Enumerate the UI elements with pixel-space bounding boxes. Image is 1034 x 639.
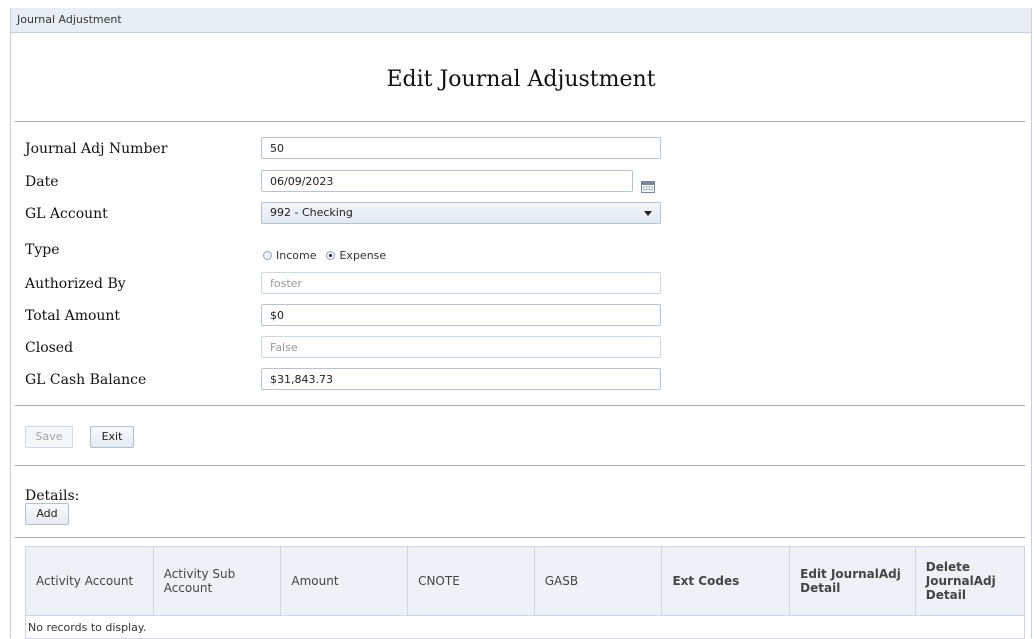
column-header-ext-codes: Ext Codes [661,546,791,616]
save-button[interactable]: Save [25,426,73,448]
column-header-activity-sub-account[interactable]: Activity Sub Account [152,546,282,616]
details-grid: Activity Account Activity Sub Account Am… [25,546,1026,639]
closed-field [261,336,661,358]
column-header-activity-account[interactable]: Activity Account [25,546,154,616]
type-income-radio[interactable] [263,251,272,260]
date-label: Date [25,174,59,190]
type-label: Type [25,242,60,258]
page-title: Edit Journal Adjustment [386,67,656,92]
total-amount-label: Total Amount [25,308,121,324]
calendar-icon[interactable] [641,181,655,193]
journal-adj-number-field[interactable] [261,137,661,159]
column-header-edit-detail: Edit JournalAdj Detail [789,546,916,616]
gl-account-selected-value: 992 - Checking [270,206,353,219]
grid-empty-row: No records to display. [25,615,1025,639]
no-records-message: No records to display. [25,615,1025,639]
authorized-by-label: Authorized By [25,276,126,292]
type-income-label[interactable]: Income [276,249,316,262]
type-expense-radio[interactable] [326,251,336,260]
divider-actions [15,465,1025,466]
divider-fields [15,405,1025,406]
window-title: Journal Adjustment [11,8,1031,33]
add-detail-button[interactable]: Add [25,503,69,525]
details-label: Details: [25,488,80,504]
date-field[interactable] [261,170,633,192]
exit-button[interactable]: Exit [90,426,134,448]
journal-adj-number-label: Journal Adj Number [25,141,168,157]
type-radio-group: Income Expense [263,249,396,262]
total-amount-field[interactable] [261,304,661,326]
divider-details [15,537,1025,538]
gl-account-label: GL Account [25,206,108,222]
column-header-amount[interactable]: Amount [280,546,409,616]
gl-cash-balance-field[interactable] [261,368,661,390]
dropdown-arrow-icon [644,211,652,216]
divider-top [15,121,1025,122]
column-header-cnote[interactable]: CNOTE [407,546,535,616]
authorized-by-field [261,272,661,294]
grid-header-row: Activity Account Activity Sub Account Am… [25,546,1026,616]
type-expense-label[interactable]: Expense [339,249,386,262]
column-header-gasb[interactable]: GASB [533,546,663,616]
gl-cash-balance-label: GL Cash Balance [25,372,147,388]
column-header-delete-detail: Delete JournalAdj Detail [914,546,1026,616]
gl-account-select[interactable]: 992 - Checking [261,202,661,224]
closed-label: Closed [25,340,74,356]
journal-adjustment-window: Journal Adjustment Edit Journal Adjustme… [10,8,1032,639]
